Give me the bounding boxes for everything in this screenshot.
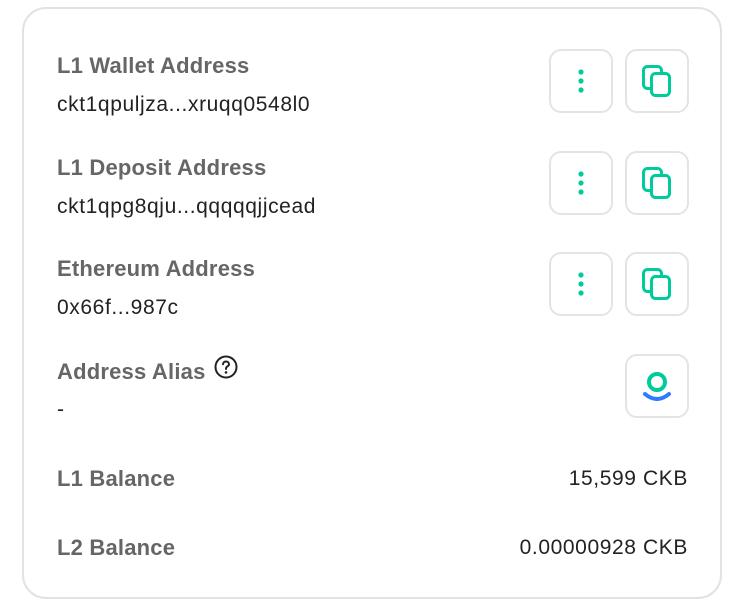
address-value: 0x66f...987c — [57, 296, 179, 319]
alias-label: Address Alias — [57, 358, 206, 384]
address-info-card: L1 Wallet Address ckt1qpuljza...xruqq054… — [22, 7, 722, 599]
address-label: Ethereum Address — [57, 256, 255, 281]
question-circle-icon[interactable] — [214, 355, 238, 385]
copy-button[interactable] — [625, 151, 689, 215]
address-value: ckt1qpg8qju...qqqqqjjcead — [57, 195, 317, 218]
address-label: L1 Wallet Address — [57, 53, 250, 78]
more-options-button[interactable] — [549, 49, 613, 113]
copy-button[interactable] — [625, 49, 689, 113]
copy-button[interactable] — [625, 252, 689, 316]
copy-icon — [642, 65, 671, 97]
balance-label: L2 Balance — [57, 535, 176, 560]
alias-logo-icon — [643, 372, 671, 401]
copy-icon — [642, 167, 671, 199]
more-options-button[interactable] — [549, 151, 613, 215]
address-value: ckt1qpuljza...xruqq0548l0 — [57, 93, 311, 116]
alias-value: - — [57, 398, 65, 421]
balance-label: L1 Balance — [57, 466, 176, 491]
address-label: L1 Deposit Address — [57, 155, 267, 180]
balance-value: 15,599 CKB — [568, 467, 688, 490]
vertical-dots-icon — [578, 69, 584, 93]
set-alias-button[interactable] — [625, 354, 689, 418]
copy-icon — [642, 268, 671, 300]
alias-label-wrapper: Address Alias — [57, 355, 238, 388]
vertical-dots-icon — [578, 272, 584, 296]
balance-value: 0.00000928 CKB — [519, 536, 688, 559]
more-options-button[interactable] — [549, 252, 613, 316]
vertical-dots-icon — [578, 171, 584, 195]
